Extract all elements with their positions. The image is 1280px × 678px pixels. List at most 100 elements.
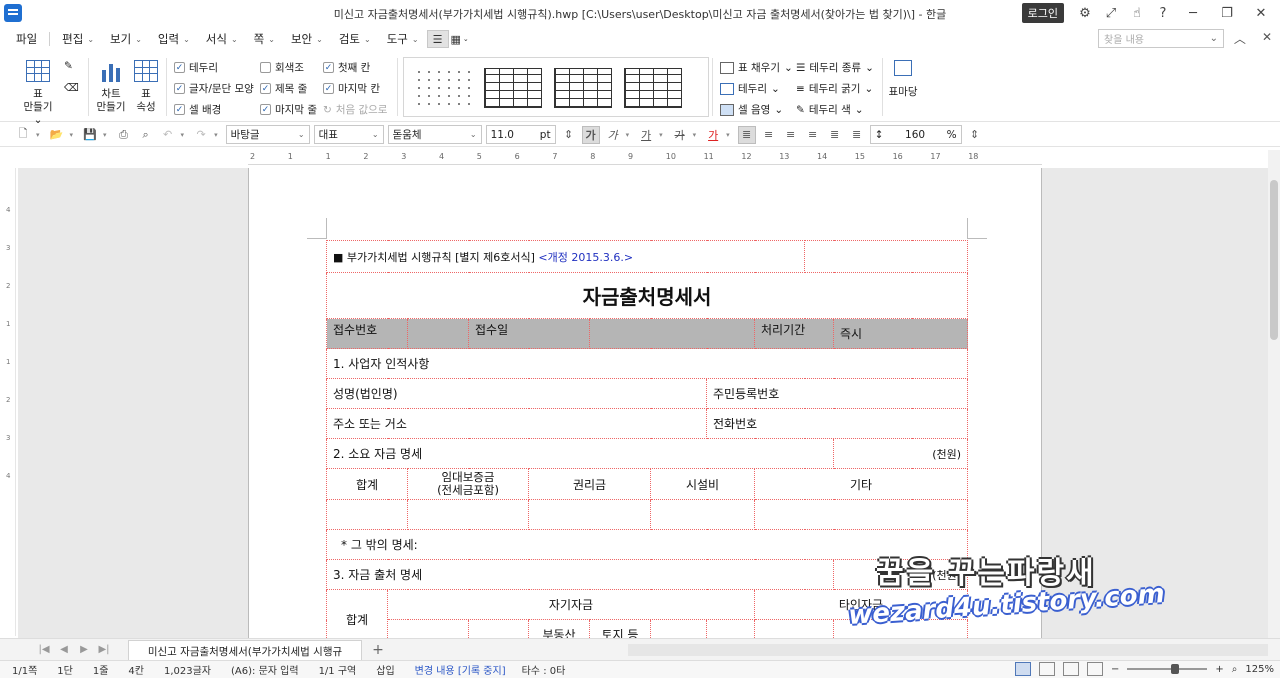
menu-file[interactable]: 파일 — [8, 31, 45, 47]
chevron-down-icon[interactable]: ▾ — [693, 131, 697, 139]
print-icon[interactable]: ⎙ — [115, 126, 133, 144]
italic-button[interactable]: 가 — [604, 126, 622, 144]
align-right-icon[interactable]: ≡ — [804, 126, 822, 144]
col-facility[interactable]: 시설비 — [650, 468, 755, 500]
open-folder-icon[interactable]: 📂 — [48, 126, 66, 144]
reset-default-button[interactable]: ↻ 처음 값으로 — [323, 102, 387, 117]
redo-icon[interactable]: ↷ — [192, 126, 210, 144]
receipt-no-label[interactable]: 접수번호 — [326, 318, 408, 349]
table-style-grid-3[interactable] — [624, 68, 682, 108]
other-funds-label[interactable]: 타인자금 — [753, 589, 969, 620]
value-cell[interactable] — [407, 499, 529, 530]
zoom-slider-knob[interactable] — [1171, 664, 1180, 674]
zoom-in-icon[interactable]: + — [1215, 664, 1223, 675]
processing-value[interactable]: 즉시 — [833, 318, 969, 349]
col-premium[interactable]: 권리금 — [528, 468, 651, 500]
status-page[interactable]: 1/1쪽 — [12, 662, 37, 677]
underline-button[interactable]: 가 — [637, 126, 655, 144]
align-split-icon[interactable]: ≣ — [848, 126, 866, 144]
close-doc-icon[interactable]: ✕ — [1262, 30, 1272, 47]
zoom-out-icon[interactable]: − — [1111, 664, 1119, 675]
horizontal-ruler[interactable]: 2 1 1 2 3 4 5 6 7 8 9 10 11 12 13 14 15 16 17 18 — [248, 151, 1042, 165]
chevron-down-icon[interactable]: ▾ — [626, 131, 630, 139]
form-ref-cell[interactable]: ■ 부가가치세법 시행규칙 [별지 제6호서식] <개정 2015.3.6.> — [325, 240, 806, 273]
preview-icon[interactable]: ⌕ — [137, 126, 155, 144]
section2-unit[interactable]: (천원) — [833, 438, 969, 469]
table-create-button[interactable]: 표 만들기⌄ — [20, 60, 56, 127]
chevron-down-icon[interactable]: ▾ — [214, 131, 218, 139]
scroll-thumb[interactable] — [1270, 180, 1278, 340]
status-insert-mode[interactable]: 삽입 — [376, 662, 394, 677]
hand-touch-icon[interactable]: ☝ — [1126, 3, 1148, 23]
edit-pencil-icon[interactable]: ✎ — [64, 60, 73, 72]
language-select[interactable]: 대표 ⌄ — [313, 125, 384, 144]
table-style-grid-1[interactable] — [484, 68, 542, 108]
new-doc-icon[interactable]: 🗋 — [14, 126, 32, 144]
eraser-icon[interactable]: ⌫ — [64, 82, 79, 94]
resident-no-label[interactable]: 주민등록번호 — [705, 378, 969, 409]
horizontal-scrollbar[interactable] — [628, 644, 1268, 656]
border-width-button[interactable]: ≡ 테두리 굵기 ⌄ — [796, 81, 873, 96]
chevron-down-icon[interactable]: ▾ — [103, 131, 107, 139]
strike-button[interactable]: 가 — [671, 126, 689, 144]
chevron-down-icon[interactable]: ▾ — [726, 131, 730, 139]
menu-edit[interactable]: 편집 ⌄ — [54, 31, 102, 47]
last-tab-icon[interactable]: ▶| — [94, 644, 114, 655]
align-left-icon[interactable]: ≡ — [760, 126, 778, 144]
restore-button[interactable]: ❐ — [1212, 3, 1242, 23]
table-fill-button[interactable]: 표 채우기 ⌄ — [720, 60, 793, 75]
menu-tools[interactable]: 도구 ⌄ — [379, 31, 427, 47]
first-tab-icon[interactable]: |◀ — [34, 644, 54, 655]
expand-icon[interactable]: ⤢ — [1100, 3, 1122, 23]
empty-cell[interactable] — [804, 240, 969, 273]
font-select[interactable]: 돋움체 ⌄ — [387, 125, 482, 144]
align-center-icon[interactable]: ≡ — [782, 126, 800, 144]
table-layout-tab-icon[interactable]: ▦ ⌄ — [449, 30, 471, 48]
view-page-icon[interactable] — [1087, 662, 1104, 676]
receipt-date-label[interactable]: 접수일 — [468, 318, 590, 349]
sub-cell[interactable]: 토지 등 — [589, 619, 651, 638]
check-last-col[interactable]: ✓ 마지막 칸 — [323, 81, 380, 96]
chevron-down-icon[interactable]: ▾ — [36, 131, 40, 139]
col-deposit[interactable]: 임대보증금 (전세금포함) — [407, 468, 529, 500]
table-style-grid-2[interactable] — [554, 68, 612, 108]
table-wizard-button[interactable]: 표마당 — [888, 60, 918, 99]
help-icon[interactable]: ? — [1152, 3, 1174, 23]
align-justify-icon[interactable]: ≣ — [737, 125, 756, 144]
zoom-search-icon[interactable]: ⌕ — [1232, 664, 1238, 675]
border-type-button[interactable]: ☰ 테두리 종류 ⌄ — [796, 60, 874, 75]
view-two-page-icon[interactable] — [1039, 662, 1056, 676]
chart-create-button[interactable]: 차트 만들기 — [96, 60, 126, 114]
size-stepper-icon[interactable]: ⇕ — [560, 126, 578, 144]
line-spacing-input[interactable]: ↕ 160% — [869, 125, 962, 144]
border-color-button[interactable]: ✎ 테두리 색 ⌄ — [796, 102, 864, 117]
table-design-tab-icon[interactable]: ☰ — [426, 30, 449, 48]
phone-label[interactable]: 전화번호 — [705, 408, 969, 439]
value-cell[interactable] — [753, 499, 969, 530]
menu-security[interactable]: 보안 ⌄ — [283, 31, 331, 47]
vertical-ruler[interactable]: 4 3 2 1 1 2 3 4 — [4, 168, 16, 636]
value-cell[interactable] — [650, 499, 755, 530]
chevron-down-icon[interactable]: ▾ — [181, 131, 185, 139]
font-size-input[interactable]: 11.0 pt — [485, 125, 556, 144]
check-first-col[interactable]: ✓ 첫째 칸 — [323, 60, 370, 75]
sub-cell[interactable] — [833, 619, 969, 638]
sub-cell[interactable] — [468, 619, 529, 638]
section1-heading[interactable]: 1. 사업자 인적사항 — [325, 348, 969, 379]
settings-gear-icon[interactable]: ⚙ — [1074, 3, 1096, 23]
chevron-down-icon[interactable]: ▾ — [70, 131, 74, 139]
form-title[interactable]: 자금출처명세서 — [325, 272, 969, 319]
col-total[interactable]: 합계 — [326, 468, 408, 500]
menu-format[interactable]: 서식 ⌄ — [198, 31, 246, 47]
menu-review[interactable]: 검토 ⌄ — [331, 31, 379, 47]
section2-heading[interactable]: 2. 소요 자금 명세 — [325, 438, 835, 469]
add-tab-icon[interactable]: + — [368, 642, 388, 658]
spacing-stepper-icon[interactable]: ⇕ — [966, 126, 984, 144]
processing-label[interactable]: 처리기간 — [753, 318, 835, 349]
font-color-button[interactable]: 가 — [704, 126, 722, 144]
view-fit-icon[interactable] — [1063, 662, 1080, 676]
name-label[interactable]: 성명(법인명) — [326, 378, 707, 409]
receipt-no-value[interactable] — [407, 318, 469, 349]
total-label[interactable]: 합계 — [326, 589, 388, 638]
undo-icon[interactable]: ↶ — [159, 126, 177, 144]
